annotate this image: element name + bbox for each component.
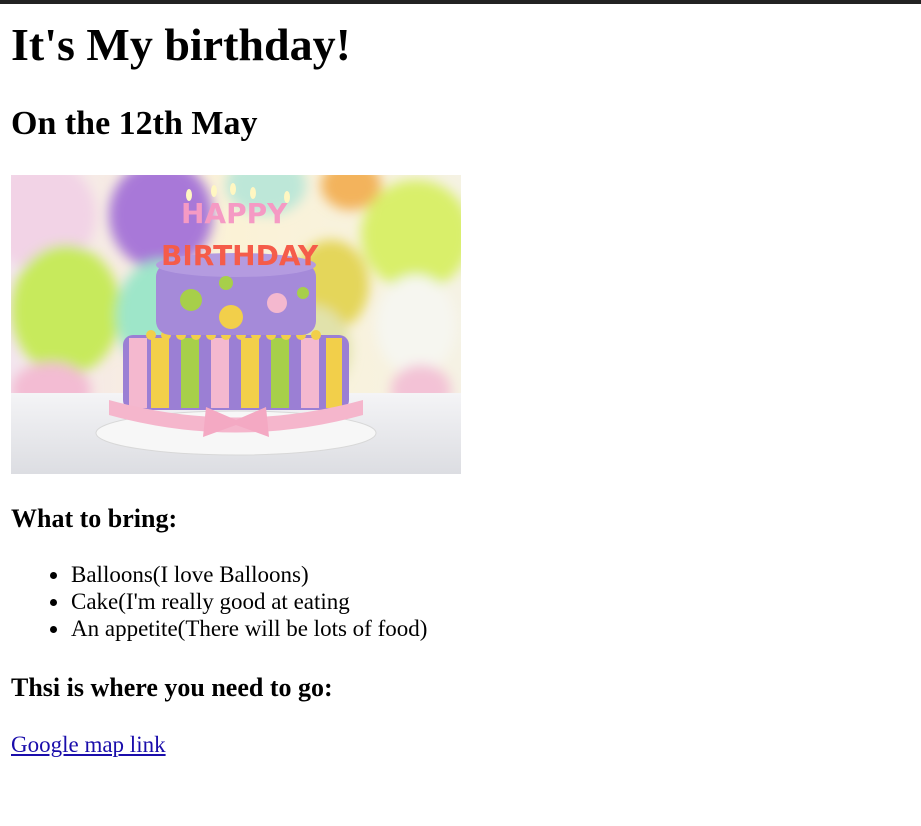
page-title: It's My birthday! — [11, 19, 351, 70]
list-item: Cake(I'm really good at eating — [49, 588, 427, 615]
topper-happy: HAPPY — [181, 197, 288, 230]
topper-birthday: BIRTHDAY — [161, 239, 319, 272]
what-to-bring-heading: What to bring: — [11, 504, 178, 533]
google-map-link[interactable]: Google map link — [11, 731, 166, 759]
top-border — [0, 0, 921, 4]
page-subtitle: On the 12th May — [11, 105, 258, 142]
bring-list: Balloons(I love Balloons) Cake(I'm reall… — [11, 561, 427, 642]
list-item: Balloons(I love Balloons) — [49, 561, 427, 588]
location-heading: Thsi is where you need to go: — [11, 673, 333, 702]
list-item: An appetite(There will be lots of food) — [49, 616, 428, 641]
birthday-cake-image: HAPPY BIRTHDAY — [11, 175, 461, 474]
